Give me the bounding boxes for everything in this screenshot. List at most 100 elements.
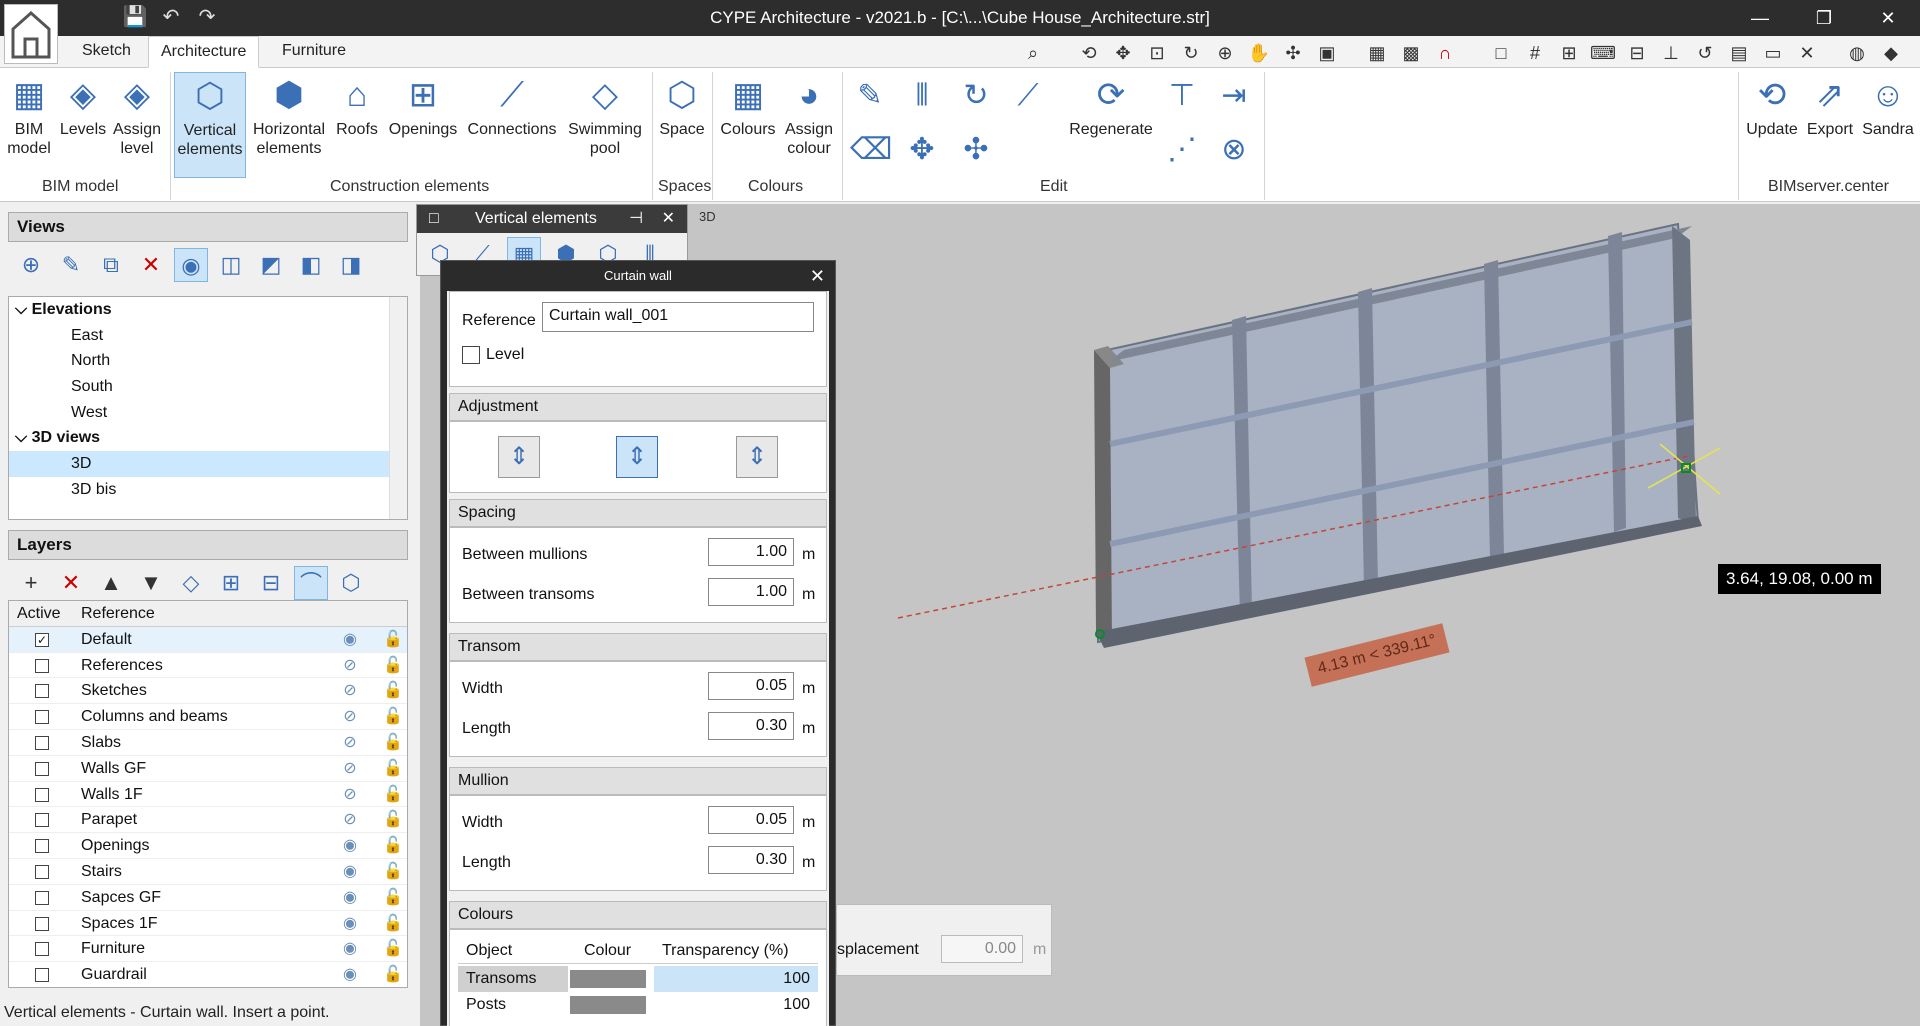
adjust-right-button[interactable]: ⇕: [736, 436, 778, 478]
lock-icon[interactable]: 🔓: [382, 911, 404, 937]
eye-icon[interactable]: ◉: [339, 627, 361, 653]
delete-layer-icon[interactable]: ✕: [54, 566, 88, 600]
eye-icon[interactable]: ◉: [339, 936, 361, 962]
table-row[interactable]: ✓ Default ◉ 🔓: [9, 626, 407, 653]
camera-icon[interactable]: ◫: [214, 248, 248, 282]
pin-icon[interactable]: ⊣: [629, 205, 643, 233]
active-checkbox[interactable]: [35, 658, 49, 673]
rotate-icon[interactable]: ↺: [1692, 40, 1718, 66]
hand-icon[interactable]: ✋: [1246, 40, 1272, 66]
edit-view-icon[interactable]: ✎: [54, 248, 88, 282]
eye-off-icon[interactable]: ⊘: [339, 782, 361, 808]
split-icon[interactable]: ⫴: [902, 76, 942, 116]
table-row[interactable]: Slabs ⊘ 🔓: [9, 730, 407, 756]
tab-furniture[interactable]: Furniture: [270, 36, 358, 68]
pencil-icon[interactable]: ✎: [850, 76, 890, 116]
move-view-icon[interactable]: ✣: [1280, 40, 1306, 66]
add-layer-icon[interactable]: +: [14, 566, 48, 600]
dimension-icon[interactable]: ⊟: [1624, 40, 1650, 66]
layer-filter-icon[interactable]: ◇: [174, 566, 208, 600]
eye-icon[interactable]: ◉: [339, 911, 361, 937]
tab-sketch[interactable]: Sketch: [70, 36, 143, 68]
active-checkbox[interactable]: [35, 761, 49, 776]
view-icon[interactable]: ▣: [1314, 40, 1340, 66]
table-row[interactable]: Columns and beams ⊘ 🔓: [9, 704, 407, 730]
layers-icon[interactable]: ▤: [1726, 40, 1752, 66]
lock-icon[interactable]: 🔓: [382, 962, 404, 987]
tree-item-south[interactable]: South: [9, 374, 407, 400]
snap-square-icon[interactable]: □: [1488, 40, 1514, 66]
eye-icon[interactable]: ◉: [339, 833, 361, 859]
active-checkbox[interactable]: ✓: [35, 632, 49, 647]
horizontal-elements-button[interactable]: ⬢ Horizontal elements: [250, 72, 328, 158]
active-checkbox[interactable]: [35, 968, 49, 983]
close-button[interactable]: ✕: [1856, 0, 1920, 36]
table-row[interactable]: Sapces GF ◉ 🔓: [9, 885, 407, 911]
new-view-icon[interactable]: ⊕: [14, 248, 48, 282]
copy-view-icon[interactable]: ⧉: [94, 248, 128, 282]
zoom-icon[interactable]: ⊕: [1212, 40, 1238, 66]
table-row[interactable]: Spaces 1F ◉ 🔓: [9, 911, 407, 937]
copy-move-icon[interactable]: ✣: [956, 130, 996, 170]
lock-icon[interactable]: 🔓: [382, 936, 404, 962]
close-icon[interactable]: ✕: [810, 265, 825, 287]
app-icon[interactable]: [4, 4, 58, 64]
active-checkbox[interactable]: [35, 864, 49, 879]
active-checkbox[interactable]: [35, 813, 49, 828]
table-row[interactable]: Parapet ⊘ 🔓: [9, 807, 407, 834]
camera-settings-icon[interactable]: ◩: [254, 248, 288, 282]
section-icon[interactable]: ◧: [294, 248, 328, 282]
close-icon[interactable]: ✕: [662, 205, 675, 233]
layer-grid-icon[interactable]: ⊞: [214, 566, 248, 600]
between-mullions-input[interactable]: 1.00: [708, 538, 794, 566]
lock-icon[interactable]: 🔓: [382, 859, 404, 885]
active-checkbox[interactable]: [35, 787, 49, 802]
restore-button[interactable]: ❐: [1792, 0, 1856, 36]
space-button[interactable]: ⬡ Space: [656, 72, 708, 139]
table-row[interactable]: Posts 100: [458, 992, 818, 1018]
lock-icon[interactable]: 🔓: [382, 704, 404, 730]
mullion-length-input[interactable]: 0.30: [708, 846, 794, 874]
displacement-input[interactable]: 0.00: [941, 935, 1023, 963]
tree-item-east[interactable]: East: [9, 323, 407, 349]
vertical-elements-button[interactable]: ⬡ Vertical elements: [174, 72, 246, 178]
eye-off-icon[interactable]: ⊘: [339, 704, 361, 730]
table-row[interactable]: References ⊘ 🔓: [9, 653, 407, 679]
adjust-center-button[interactable]: ⇕: [616, 436, 658, 478]
snap-point-icon[interactable]: ⊞: [1556, 40, 1582, 66]
levels-button[interactable]: ◈ Levels: [58, 72, 108, 139]
adjust-left-button[interactable]: ⇕: [498, 436, 540, 478]
colour-swatch[interactable]: [570, 970, 646, 988]
tree-item-3d-bis[interactable]: 3D bis: [9, 477, 407, 503]
eye-icon[interactable]: ◉: [339, 962, 361, 987]
minimize-button[interactable]: —: [1728, 0, 1792, 36]
ortho-icon[interactable]: ⊥: [1658, 40, 1684, 66]
view-3d-badge[interactable]: 3D: [699, 209, 716, 224]
eye-icon[interactable]: ◉: [339, 859, 361, 885]
move-up-icon[interactable]: ▲: [94, 566, 128, 600]
table-row[interactable]: Guardrail ◉ 🔓: [9, 962, 407, 987]
eye-off-icon[interactable]: ⊘: [339, 756, 361, 782]
keyboard-icon[interactable]: ⌨: [1590, 40, 1616, 66]
reference-input[interactable]: Curtain wall_001: [542, 302, 814, 332]
eye-icon[interactable]: ◉: [339, 885, 361, 911]
tree-item-north[interactable]: North: [9, 348, 407, 374]
eraser-icon[interactable]: ⌫: [850, 130, 892, 170]
assign-colour-button[interactable]: ◕ Assign colour: [780, 72, 838, 158]
lock-icon[interactable]: 🔓: [382, 807, 404, 833]
delete-element-icon[interactable]: ⊗: [1214, 130, 1254, 170]
plugin-icon[interactable]: ◆: [1878, 40, 1904, 66]
globe-icon[interactable]: ◍: [1844, 40, 1870, 66]
magnet-icon[interactable]: ∩: [1432, 40, 1458, 66]
extend-icon[interactable]: ⇥: [1214, 76, 1254, 116]
delete-view-icon[interactable]: ✕: [134, 248, 168, 282]
lock-icon[interactable]: 🔓: [382, 885, 404, 911]
active-checkbox[interactable]: [35, 735, 49, 750]
colours-button[interactable]: ▦ Colours: [718, 72, 778, 139]
window-icon[interactable]: □: [429, 205, 439, 233]
lock-icon[interactable]: 🔓: [382, 782, 404, 808]
table-row[interactable]: Stairs ◉ 🔓: [9, 859, 407, 885]
eye-off-icon[interactable]: ⊘: [339, 807, 361, 833]
binoculars-icon[interactable]: ⌕: [1020, 40, 1046, 66]
rotate-element-icon[interactable]: ↻: [956, 76, 996, 116]
